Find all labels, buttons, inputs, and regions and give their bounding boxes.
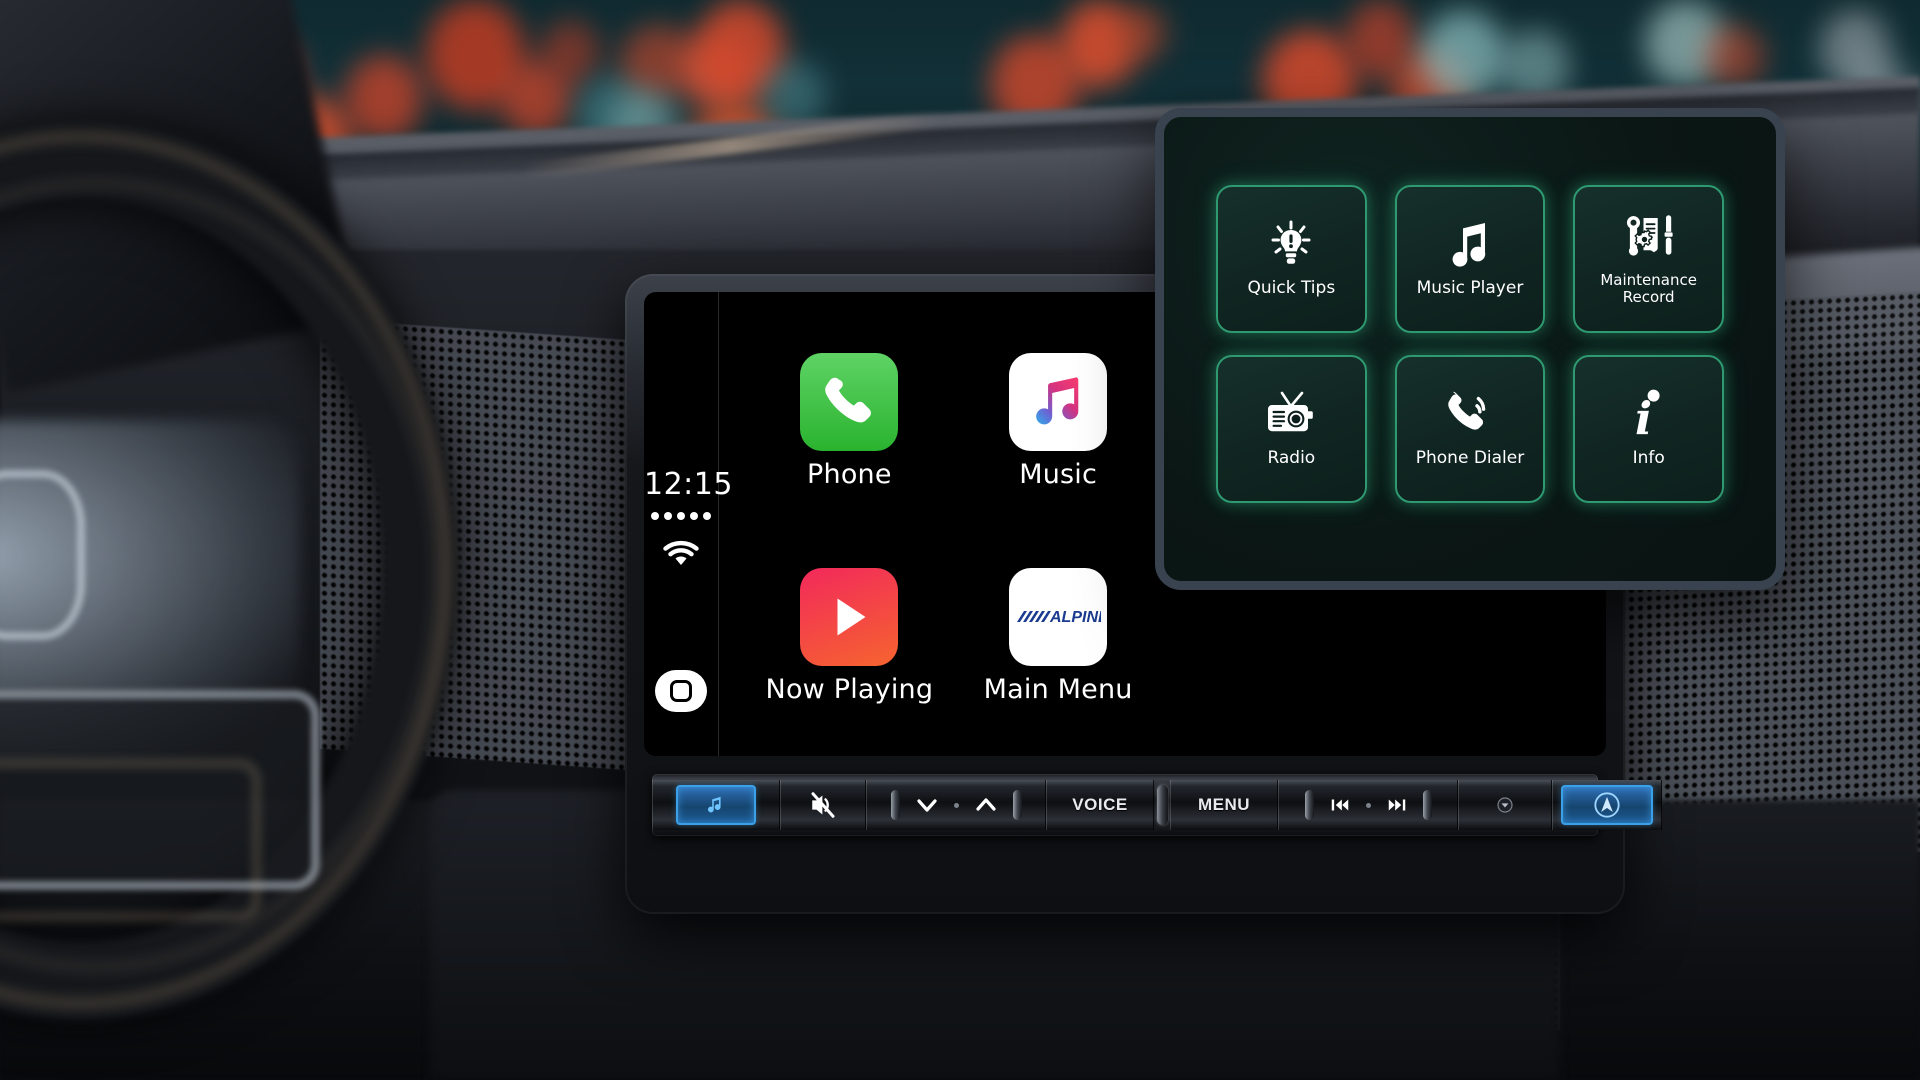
tile-maintenance-record[interactable]: Maintenance Record <box>1573 185 1724 333</box>
wrench-screwdriver-icon <box>1620 210 1678 262</box>
bokeh-light <box>1705 25 1765 89</box>
alpine-logo-icon: ALPINE <box>1009 568 1108 666</box>
tile-label: Phone Dialer <box>1415 448 1525 469</box>
app-label: Music <box>1019 459 1098 490</box>
carplay-app-music[interactable]: Music <box>1009 353 1108 490</box>
bokeh-light <box>345 55 423 141</box>
eject-icon <box>1497 797 1513 813</box>
eject-button[interactable] <box>1458 780 1552 830</box>
tile-phone-dialer[interactable]: Phone Dialer <box>1394 355 1546 503</box>
steering-wheel-spoke-inner <box>0 760 260 920</box>
tile-label: Music Player <box>1416 278 1524 299</box>
track-rocker[interactable] <box>1278 780 1458 830</box>
signal-strength-dots <box>644 512 718 520</box>
carplay-home-button[interactable] <box>655 670 707 712</box>
prev-track-icon <box>1331 799 1348 811</box>
rocker-edge-left <box>890 790 900 820</box>
rocker-edge-right <box>1012 790 1022 820</box>
tile-quick-tips[interactable]: Quick Tips <box>1216 185 1367 333</box>
signal-dot <box>651 512 659 520</box>
music-note-icon <box>707 796 721 813</box>
home-icon <box>670 680 692 702</box>
music-note-icon <box>1447 217 1493 269</box>
tile-label: Info <box>1632 448 1665 469</box>
carplay-app-now-playing[interactable]: Now Playing <box>766 568 934 705</box>
signal-dot <box>677 512 685 520</box>
tile-music-player[interactable]: Music Player <box>1394 185 1546 333</box>
tile-label: Maintenance Record <box>1600 270 1697 307</box>
bokeh-light <box>540 20 600 86</box>
mute-icon <box>811 792 835 818</box>
app-label: Now Playing <box>765 674 934 705</box>
radio-icon <box>1264 387 1318 439</box>
app-label: Phone <box>807 459 892 490</box>
tile-label-line2: Record <box>1622 288 1675 306</box>
nav-power-button[interactable] <box>1552 780 1662 830</box>
tile-label-line1: Maintenance <box>1600 270 1697 289</box>
voice-button-label: VOICE <box>1072 795 1128 814</box>
rocker-center-dot <box>953 802 959 808</box>
navigation-arrow-icon <box>1594 792 1620 818</box>
app-label: Main Menu <box>983 674 1133 705</box>
bokeh-light <box>1420 10 1506 102</box>
tile-label: Radio <box>1267 448 1316 469</box>
lightbulb-alert-icon <box>1267 217 1315 269</box>
hardware-button-bar: VOICE MENU <box>652 774 1662 836</box>
phone-icon <box>800 353 899 451</box>
carplay-sidebar: 12:15 <box>644 292 733 756</box>
menu-button-label: MENU <box>1197 795 1251 814</box>
signal-dot <box>690 512 698 520</box>
svg-text:ALPINE: ALPINE <box>1049 609 1101 626</box>
car-glyph-icon <box>0 470 85 640</box>
tile-label: Quick Tips <box>1247 278 1336 299</box>
svg-text:i: i <box>1635 392 1652 439</box>
rocker-edge-left <box>1304 790 1314 820</box>
rocker-edge-right <box>1422 790 1432 820</box>
volume-down-icon <box>916 799 937 812</box>
apple-music-icon <box>1009 353 1108 451</box>
voice-button[interactable]: VOICE <box>1046 780 1154 830</box>
vehicle-features-overlay-panel: Quick Tips Music Player Maintenance Reco… <box>1155 108 1785 590</box>
signal-dot <box>703 512 711 520</box>
bokeh-light <box>1115 5 1167 61</box>
tile-radio[interactable]: Radio <box>1216 355 1367 503</box>
wifi-icon <box>644 540 718 568</box>
menu-button[interactable]: MENU <box>1170 780 1278 830</box>
signal-dot <box>664 512 672 520</box>
next-track-icon <box>1388 799 1405 811</box>
carplay-app-main-menu[interactable]: ALPINE Main Menu <box>984 568 1133 705</box>
source-music-button[interactable] <box>652 780 780 830</box>
tile-info[interactable]: i Info <box>1573 355 1724 503</box>
volume-up-icon <box>975 798 996 811</box>
status-clock: 12:15 <box>644 467 733 502</box>
rocker-center-dot <box>1365 802 1371 808</box>
mute-button[interactable] <box>780 780 866 830</box>
phone-call-icon <box>1444 387 1496 439</box>
play-icon <box>800 568 899 666</box>
volume-rocker[interactable] <box>866 780 1046 830</box>
carplay-app-phone[interactable]: Phone <box>800 353 899 490</box>
button-divider <box>1154 780 1170 830</box>
feature-tile-grid: Quick Tips Music Player Maintenance Reco… <box>1164 117 1776 581</box>
info-italic-icon: i <box>1629 387 1669 439</box>
